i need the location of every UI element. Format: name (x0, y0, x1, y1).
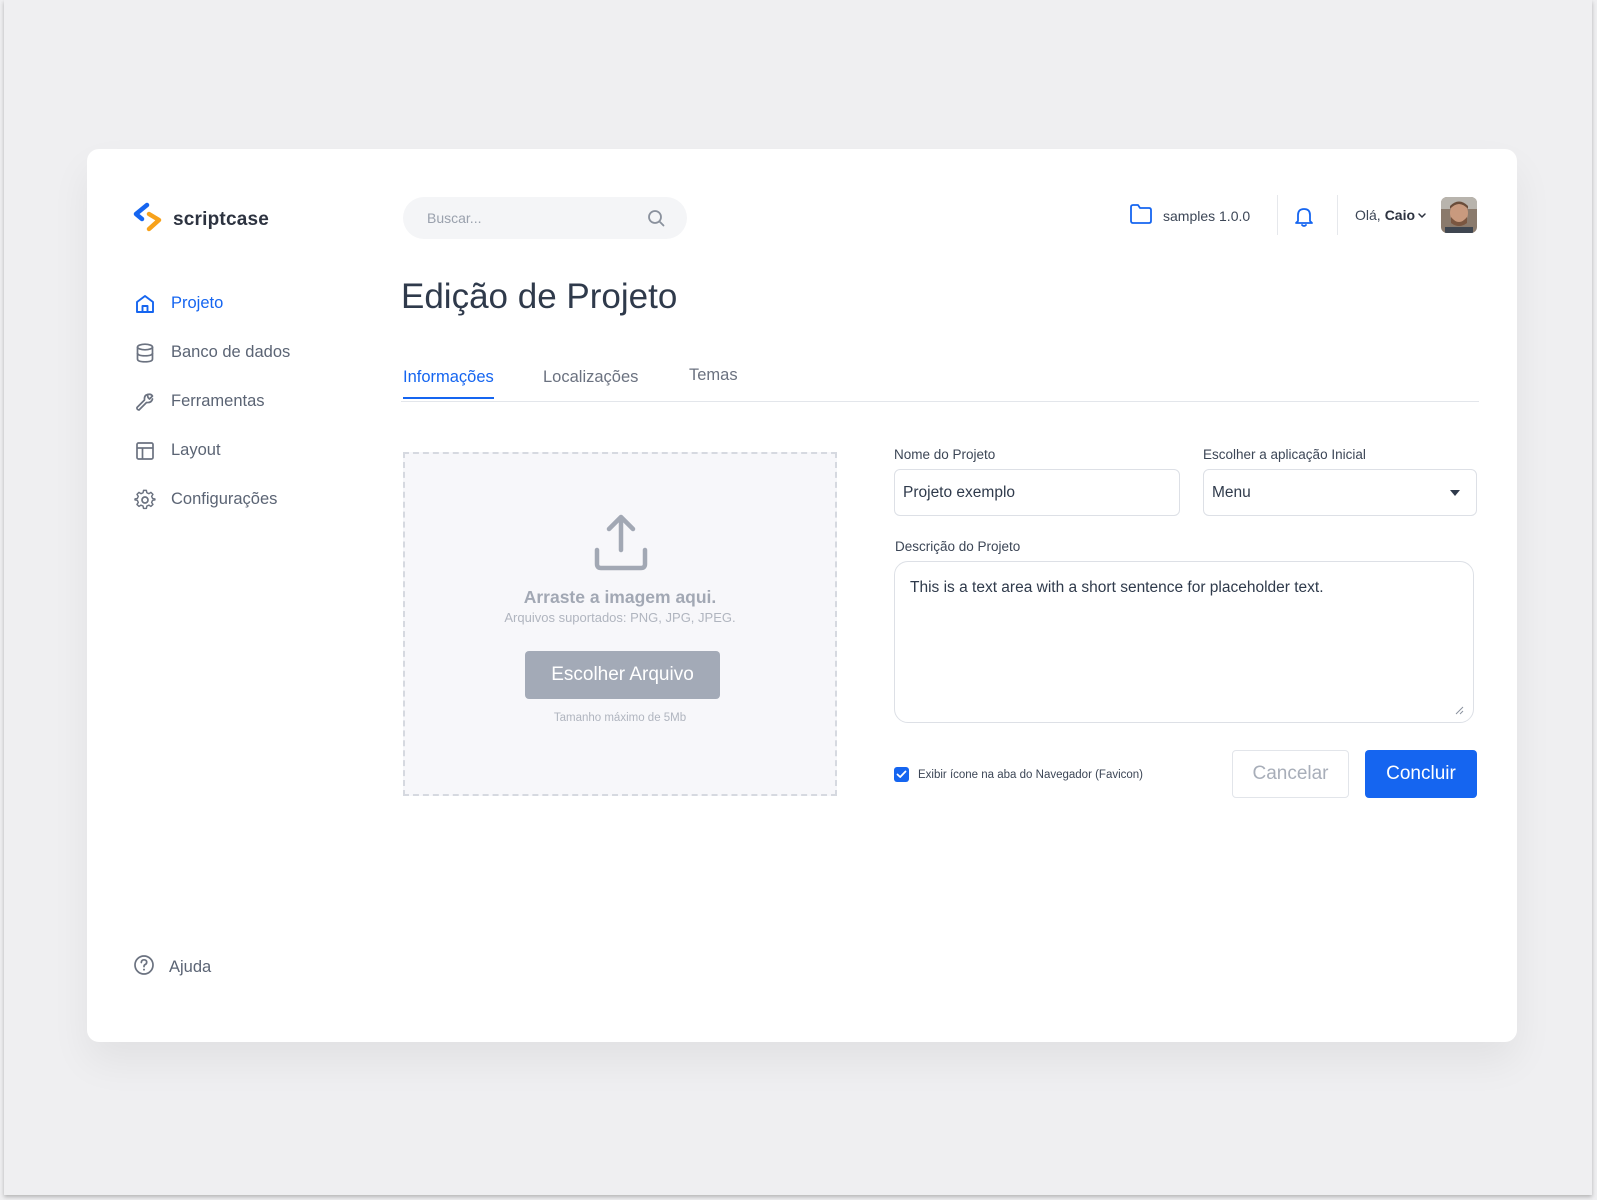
tab-localizacoes[interactable]: Localizações (543, 368, 638, 397)
search-input[interactable] (425, 209, 629, 227)
tab-temas[interactable]: Temas (689, 366, 738, 395)
layout-icon (133, 439, 157, 463)
window-frame: scriptcase samples 1.0.0 Olá, Caio (4, 0, 1592, 1195)
scriptcase-logo-icon (133, 202, 163, 237)
chevron-down-icon (1417, 207, 1427, 223)
checkbox-checked-icon[interactable] (894, 767, 909, 782)
wrench-icon (133, 390, 157, 414)
favicon-checkbox[interactable]: Exibir ícone na aba do Navegador (Favico… (894, 767, 1143, 782)
logo[interactable]: scriptcase (133, 202, 269, 237)
sidebar-item-label: Layout (171, 441, 221, 459)
home-icon (133, 292, 157, 316)
project-selector[interactable]: samples 1.0.0 (1129, 203, 1250, 228)
resize-handle-icon[interactable] (1454, 702, 1464, 720)
divider (1277, 195, 1278, 235)
help-label: Ajuda (169, 958, 212, 976)
sidebar-item-label: Projeto (171, 294, 224, 312)
initial-app-select[interactable]: Menu (1203, 469, 1477, 516)
image-dropzone[interactable]: Arraste a imagem aqui. Arquivos suportad… (403, 452, 837, 796)
database-icon (133, 341, 157, 365)
gear-icon (133, 488, 157, 512)
sidebar-item-projeto[interactable]: Projeto (133, 279, 290, 328)
description-label: Descrição do Projeto (895, 539, 1021, 554)
bell-icon[interactable] (1294, 206, 1314, 233)
help-circle-icon (133, 954, 155, 981)
dropzone-supported-formats: Arquivos suportados: PNG, JPG, JPEG. (504, 610, 736, 625)
brand-name: scriptcase (173, 208, 270, 230)
help-link[interactable]: Ajuda (133, 954, 211, 981)
sidebar-item-label: Ferramentas (171, 392, 265, 410)
cancel-button[interactable]: Cancelar (1232, 750, 1349, 798)
tab-informacoes[interactable]: Informações (403, 368, 494, 399)
favicon-checkbox-label: Exibir ícone na aba do Navegador (Favico… (918, 768, 1144, 781)
upload-icon (592, 514, 650, 577)
app-card: scriptcase samples 1.0.0 Olá, Caio (87, 149, 1517, 1042)
sidebar-nav: Projeto Banco de dados Ferramentas Layou… (133, 279, 290, 524)
project-name-input[interactable] (894, 469, 1180, 516)
search-icon[interactable] (647, 209, 665, 232)
avatar[interactable] (1441, 197, 1477, 233)
user-menu[interactable]: Olá, Caio (1355, 207, 1427, 223)
folder-icon (1129, 203, 1153, 228)
sidebar-item-label: Banco de dados (171, 343, 291, 361)
user-name: Caio (1384, 207, 1416, 223)
initial-app-value: Menu (1212, 483, 1251, 501)
project-name: samples 1.0.0 (1163, 207, 1251, 224)
sidebar-item-label: Configurações (171, 490, 278, 508)
initial-app-label: Escolher a aplicação Inicial (1203, 447, 1366, 462)
sidebar-item-banco-de-dados[interactable]: Banco de dados (133, 328, 290, 377)
submit-button[interactable]: Concluir (1365, 750, 1477, 798)
page-title: Edição de Projeto (401, 277, 678, 316)
choose-file-button[interactable]: Escolher Arquivo (525, 651, 720, 699)
greeting: Olá, (1355, 207, 1381, 223)
sidebar-item-layout[interactable]: Layout (133, 426, 290, 475)
sidebar-item-ferramentas[interactable]: Ferramentas (133, 377, 290, 426)
dropzone-title: Arraste a imagem aqui. (523, 587, 717, 607)
caret-down-icon (1450, 490, 1460, 496)
sidebar-item-configuracoes[interactable]: Configurações (133, 475, 290, 524)
search-bar (403, 197, 687, 239)
description-textarea[interactable]: This is a text area with a short sentenc… (894, 561, 1474, 723)
max-size-note: Tamanho máximo de 5Mb (553, 712, 687, 724)
tab-bar: Informações Localizações Temas (401, 359, 1479, 402)
project-name-label: Nome do Projeto (894, 447, 996, 462)
divider (1337, 195, 1338, 235)
